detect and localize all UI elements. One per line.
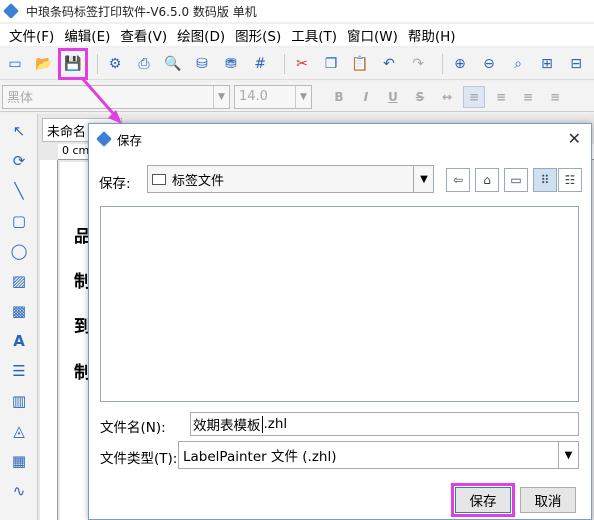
rotate-icon[interactable]: ⟳ [6, 148, 32, 174]
back-folder-icon[interactable]: ⇦ [446, 168, 470, 192]
vertical-ruler [40, 160, 58, 520]
image-icon[interactable]: ▨ [6, 268, 32, 294]
format-toolbar: 黑体 ▼ 14.0 ▼ B I U S ↔ ≡ ≡ ≡ ≡ [0, 82, 594, 112]
text-icon[interactable]: A [6, 328, 32, 354]
title-bar: 中琅条码标签打印软件-V6.5.0 数码版 单机 [0, 0, 594, 22]
filetype-value: LabelPainter 文件 (.zhl) [183, 449, 337, 465]
up-folder-icon[interactable]: ⌂ [475, 168, 499, 192]
window-title: 中琅条码标签打印软件-V6.5.0 数码版 单机 [26, 4, 257, 19]
print-icon[interactable]: ⎙ [133, 52, 155, 76]
chevron-down-icon: ▼ [295, 85, 311, 108]
strikethrough-icon[interactable]: S [409, 86, 431, 108]
chevron-down-icon: ▼ [558, 442, 578, 468]
filename-value: 效期表模板 [193, 418, 261, 434]
app-logo-icon [96, 131, 112, 147]
filename-label: 文件名(N): [100, 420, 166, 436]
fit-page-icon[interactable]: ⊞ [536, 52, 558, 76]
dialog-title-bar: 保存 [89, 124, 591, 154]
file-list[interactable] [100, 206, 579, 402]
select-pointer-icon[interactable]: ↖ [6, 118, 32, 144]
settings-icon[interactable]: ⚙ [104, 52, 126, 76]
menu-bar: 文件(F) 编辑(E) 查看(V) 绘图(D) 图形(S) 工具(T) 窗口(W… [0, 24, 594, 46]
zoom-icon[interactable]: ⌕ [507, 52, 529, 76]
menu-view[interactable]: 查看(V) [115, 25, 172, 45]
menu-window[interactable]: 窗口(W) [342, 25, 403, 45]
save-icon[interactable]: 💾 [58, 47, 89, 80]
align-center-icon[interactable]: ≡ [490, 86, 512, 108]
curve-icon[interactable]: ∿ [6, 478, 32, 504]
save-in-label: 保存: [99, 176, 131, 192]
copy-icon[interactable]: ❐ [320, 52, 342, 76]
app-logo-icon [3, 3, 19, 19]
cut-icon[interactable]: ✂ [291, 52, 313, 76]
save-in-value: 标签文件 [172, 173, 225, 189]
folder-icon [152, 173, 166, 185]
letter-spacing-icon[interactable]: ↔ [436, 86, 458, 108]
qrcode-icon[interactable]: ▦ [6, 448, 32, 474]
menu-file[interactable]: 文件(F) [4, 25, 59, 45]
menu-help[interactable]: 帮助(H) [403, 25, 461, 45]
rich-text-icon[interactable]: ☰ [6, 358, 32, 384]
rectangle-icon[interactable]: ▢ [6, 208, 32, 234]
ellipse-icon[interactable]: ◯ [6, 238, 32, 264]
list-view-icon[interactable]: ⠿ [533, 168, 557, 192]
font-family-value: 黑体 [7, 91, 34, 106]
close-icon[interactable]: ✕ [568, 129, 581, 148]
database-settings-icon[interactable]: ⛃ [220, 52, 242, 76]
main-toolbar: ▭ 📂 💾 ⚙ ⎙ 🔍 ⛁ ⛃ # ✂ ❐ 📋 ↶ ↷ ⊕ ⊖ ⌕ ⊞ ⊟ [0, 47, 594, 80]
redo-icon[interactable]: ↷ [407, 52, 429, 76]
zoom-in-icon[interactable]: ⊕ [449, 52, 471, 76]
cancel-button[interactable]: 取消 [520, 487, 576, 513]
chevron-down-icon: ▼ [213, 85, 229, 108]
details-view-icon[interactable]: ☷ [558, 168, 582, 192]
new-icon[interactable]: ▭ [4, 52, 26, 76]
menu-tools[interactable]: 工具(T) [286, 25, 342, 45]
undo-icon[interactable]: ↶ [378, 52, 400, 76]
underline-icon[interactable]: U [382, 86, 404, 108]
fit-width-icon[interactable]: ⊟ [565, 52, 587, 76]
zoom-out-icon[interactable]: ⊖ [478, 52, 500, 76]
filename-extension: .zhl [263, 416, 288, 432]
font-size-value: 14.0 [239, 89, 268, 104]
filetype-select[interactable]: LabelPainter 文件 (.zhl) ▼ [178, 441, 579, 469]
text-cursor [261, 415, 263, 433]
menu-shape[interactable]: 图形(S) [230, 25, 286, 45]
filetype-label: 文件类型(T): [100, 451, 178, 467]
paste-icon[interactable]: 📋 [349, 52, 371, 76]
drawing-toolbox: ↖ ⟳ ╲ ▢ ◯ ▨ ▩ A ☰ ▥ ◬ ▦ ∿ [0, 114, 38, 520]
menu-draw[interactable]: 绘图(D) [172, 25, 230, 45]
toolbar-divider [442, 53, 443, 74]
font-family-select[interactable]: 黑体 ▼ [2, 84, 230, 109]
logo-icon[interactable]: ◬ [6, 418, 32, 444]
menu-edit[interactable]: 编辑(E) [59, 25, 115, 45]
line-icon[interactable]: ╲ [6, 178, 32, 204]
print-preview-icon[interactable]: 🔍 [162, 52, 184, 76]
toolbar-divider [97, 53, 98, 74]
new-folder-icon[interactable]: ▭ [504, 168, 528, 192]
toolbar-divider [284, 53, 285, 74]
barcode-icon[interactable]: ▥ [6, 388, 32, 414]
align-left-icon[interactable]: ≡ [463, 85, 485, 108]
database-icon[interactable]: ⛁ [191, 52, 213, 76]
chevron-down-icon[interactable]: ▼ [413, 165, 434, 193]
document-tab-label: 未命名 [47, 124, 87, 140]
italic-icon[interactable]: I [355, 86, 377, 108]
font-size-select[interactable]: 14.0 ▼ [234, 84, 312, 109]
save-button[interactable]: 保存 [451, 483, 515, 517]
align-right-icon[interactable]: ≡ [517, 86, 539, 108]
grid-icon[interactable]: # [249, 52, 271, 76]
open-icon[interactable]: 📂 [33, 52, 55, 76]
bold-icon[interactable]: B [328, 86, 350, 108]
save-in-select[interactable]: 标签文件 [147, 165, 434, 193]
align-justify-icon[interactable]: ≡ [544, 86, 566, 108]
filename-input[interactable]: 效期表模板 .zhl [190, 412, 579, 436]
dialog-title: 保存 [117, 132, 143, 148]
save-dialog: 保存 ✕ 保存: 标签文件 ▼ ⇦ ⌂ ▭ ⠿ ☷ 文件名(N): 效期表模板.… [88, 123, 592, 520]
picture-icon[interactable]: ▩ [6, 298, 32, 324]
